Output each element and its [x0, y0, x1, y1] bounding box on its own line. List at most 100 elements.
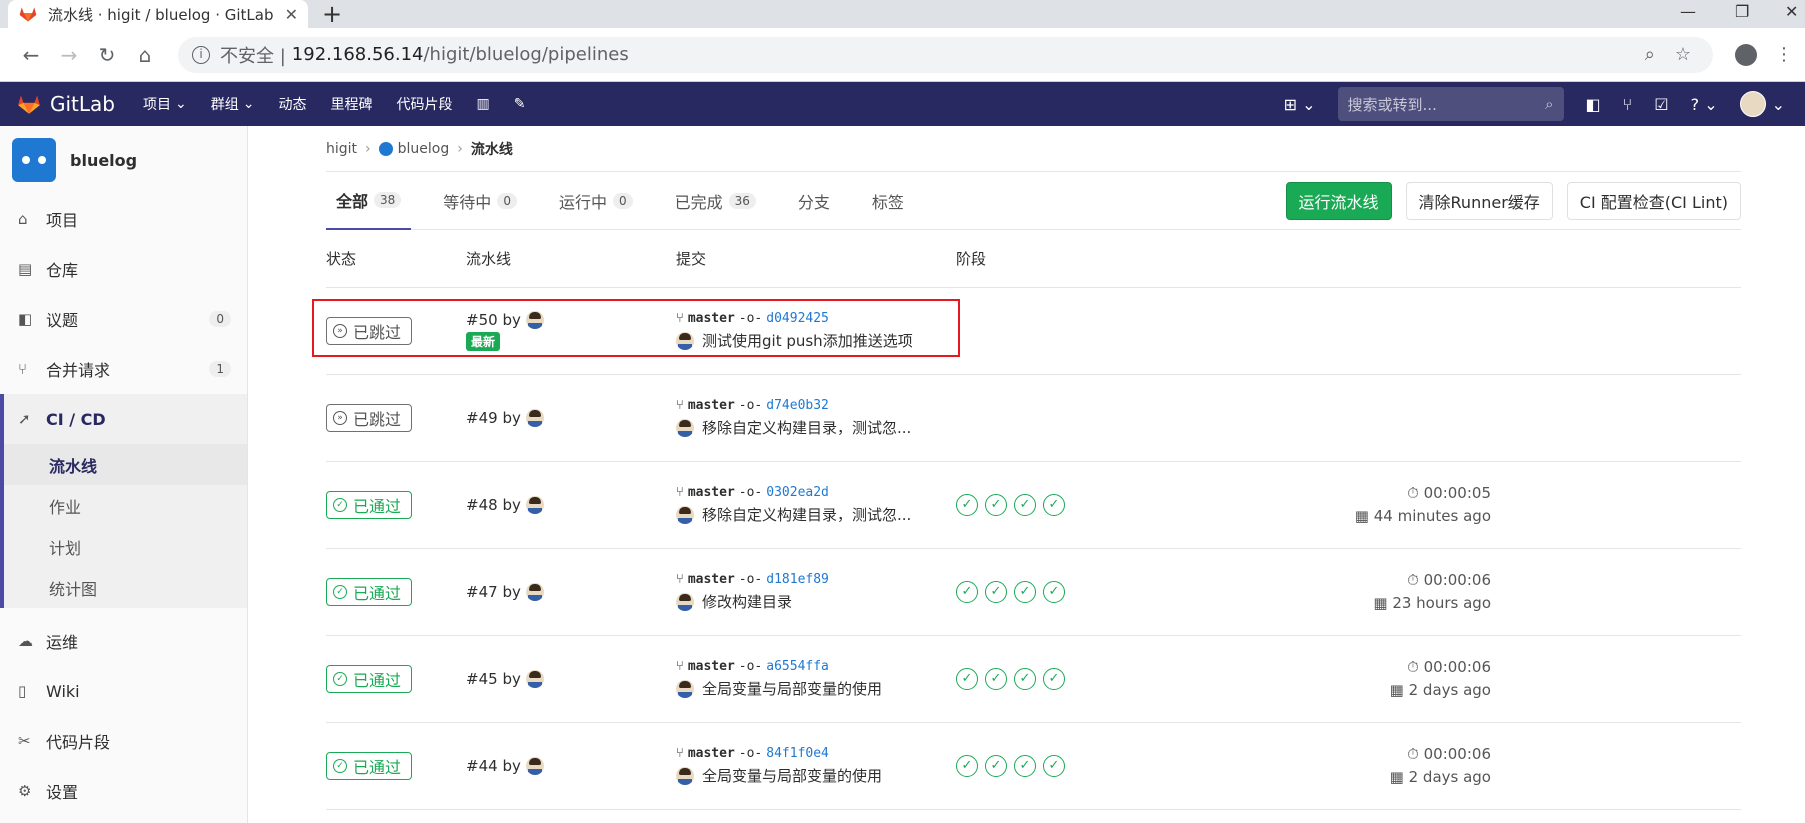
user-menu[interactable]: ⌄ [1739, 91, 1785, 117]
status-badge[interactable]: ✓ 已通过 [326, 491, 413, 519]
sidebar-project-header[interactable]: bluelog [0, 126, 247, 194]
stage-passed-icon[interactable]: ✓ [985, 494, 1007, 516]
tab-tags[interactable]: 标签 [862, 172, 914, 230]
sidebar-item-operations[interactable]: ☁ 运维 [0, 616, 247, 666]
home-icon[interactable]: ⌂ [126, 43, 164, 67]
branch-link[interactable]: master [688, 746, 735, 761]
tab-branches[interactable]: 分支 [788, 172, 840, 230]
stage-passed-icon[interactable]: ✓ [1043, 581, 1065, 603]
status-badge[interactable]: ✓ 已通过 [326, 752, 413, 780]
status-badge[interactable]: » 已跳过 [326, 317, 413, 345]
nav-projects[interactable]: 项目 ⌄ [143, 94, 187, 114]
branch-link[interactable]: master [688, 398, 735, 413]
ci-lint-button[interactable]: CI 配置检查(CI Lint) [1566, 182, 1741, 220]
nav-activity[interactable]: 动态 [278, 94, 306, 114]
help-icon[interactable]: ? ⌄ [1691, 95, 1718, 114]
pipeline-id-link[interactable]: #49 [466, 409, 498, 427]
user-avatar[interactable] [525, 583, 544, 602]
reload-icon[interactable]: ↻ [88, 43, 126, 67]
info-icon[interactable]: i [192, 45, 210, 64]
issues-header-icon[interactable]: ◧ [1586, 95, 1601, 114]
stage-passed-icon[interactable]: ✓ [956, 581, 978, 603]
commit-sha-link[interactable]: d181ef89 [766, 572, 829, 587]
bookmark-star-icon[interactable]: ☆ [1675, 44, 1691, 65]
stage-passed-icon[interactable]: ✓ [1014, 668, 1036, 690]
status-badge[interactable]: ✓ 已通过 [326, 665, 413, 693]
browser-menu-icon[interactable]: ⋮ [1775, 44, 1793, 65]
window-close-button[interactable]: ✕ [1785, 0, 1798, 28]
author-avatar[interactable] [676, 505, 694, 524]
author-avatar[interactable] [676, 331, 694, 350]
commit-sha-link[interactable]: d74e0b32 [766, 398, 829, 413]
chart-icon[interactable]: ▥ [476, 96, 489, 112]
user-avatar[interactable] [525, 757, 544, 776]
commit-sha-link[interactable]: d0492425 [766, 311, 829, 326]
new-tab-button[interactable]: + [322, 0, 342, 28]
nav-groups[interactable]: 群组 ⌄ [211, 94, 255, 114]
sidebar-item-snippets[interactable]: ✂ 代码片段 [0, 716, 247, 766]
user-avatar[interactable] [525, 496, 544, 515]
sidebar-item-issues[interactable]: ◧ 议题 0 [0, 294, 247, 344]
stage-passed-icon[interactable]: ✓ [1043, 668, 1065, 690]
sidebar-item-merge-requests[interactable]: ⑂ 合并请求 1 [0, 344, 247, 394]
browser-tab[interactable]: 流水线 · higit / bluelog · GitLab ✕ [8, 0, 308, 28]
branch-link[interactable]: master [688, 659, 735, 674]
pipeline-id-link[interactable]: #48 [466, 496, 498, 514]
commit-message-link[interactable]: 全局变量与局部变量的使用 [702, 678, 882, 699]
tab-pending[interactable]: 等待中 0 [433, 172, 527, 230]
zoom-icon[interactable]: ⌕ [1645, 44, 1655, 65]
commit-sha-link[interactable]: a6554ffa [766, 659, 829, 674]
stage-passed-icon[interactable]: ✓ [985, 668, 1007, 690]
commit-message-link[interactable]: 测试使用git push添加推送选项 [702, 330, 913, 351]
branch-link[interactable]: master [688, 572, 735, 587]
url-input[interactable]: i 不安全 | 192.168.56.14/higit/bluelog/pipe… [178, 36, 1713, 73]
tab-close-icon[interactable]: ✕ [285, 5, 298, 24]
stage-passed-icon[interactable]: ✓ [1043, 755, 1065, 777]
author-avatar[interactable] [676, 418, 694, 437]
stage-passed-icon[interactable]: ✓ [1043, 494, 1065, 516]
nav-milestones[interactable]: 里程碑 [330, 94, 372, 114]
author-avatar[interactable] [676, 766, 694, 785]
pipeline-id-link[interactable]: #50 [466, 311, 498, 329]
status-badge[interactable]: ✓ 已通过 [326, 578, 413, 606]
gitlab-logo[interactable]: GitLab [16, 91, 115, 117]
stage-passed-icon[interactable]: ✓ [956, 755, 978, 777]
tab-finished[interactable]: 已完成 36 [665, 172, 766, 230]
stage-passed-icon[interactable]: ✓ [1014, 581, 1036, 603]
branch-link[interactable]: master [688, 485, 735, 500]
stage-passed-icon[interactable]: ✓ [1014, 494, 1036, 516]
commit-message-link[interactable]: 修改构建目录 [702, 591, 792, 612]
commit-message-link[interactable]: 全局变量与局部变量的使用 [702, 765, 882, 786]
sidebar-item-settings[interactable]: ⚙ 设置 [0, 766, 247, 816]
breadcrumb-current[interactable]: 流水线 [471, 139, 513, 159]
sidebar-item-cicd[interactable]: ➚ CI / CD [0, 394, 247, 444]
stage-passed-icon[interactable]: ✓ [985, 581, 1007, 603]
window-minimize-button[interactable]: — [1680, 0, 1696, 28]
sidebar-item-project[interactable]: ⌂ 项目 [0, 194, 247, 244]
stage-passed-icon[interactable]: ✓ [985, 755, 1007, 777]
commit-message-link[interactable]: 移除自定义构建目录，测试忽... [702, 504, 911, 525]
user-avatar[interactable] [525, 670, 544, 689]
breadcrumb-group[interactable]: higit [326, 141, 357, 157]
user-avatar[interactable] [525, 311, 544, 330]
new-item-plus-icon[interactable]: ⊞ ⌄ [1284, 95, 1316, 114]
pipeline-id-link[interactable]: #47 [466, 583, 498, 601]
status-badge[interactable]: » 已跳过 [326, 404, 413, 432]
breadcrumb-project[interactable]: bluelog [378, 141, 449, 157]
forward-icon[interactable]: → [50, 43, 88, 67]
sidebar-sub-schedules[interactable]: 计划 [0, 526, 247, 567]
sidebar-sub-jobs[interactable]: 作业 [0, 485, 247, 526]
user-avatar[interactable] [525, 409, 544, 428]
commit-sha-link[interactable]: 0302ea2d [766, 485, 829, 500]
browser-profile-icon[interactable] [1735, 43, 1757, 66]
stage-passed-icon[interactable]: ✓ [1014, 755, 1036, 777]
sidebar-item-repository[interactable]: ▤ 仓库 [0, 244, 247, 294]
sidebar-sub-charts[interactable]: 统计图 [0, 567, 247, 608]
nav-snippets[interactable]: 代码片段 [396, 94, 452, 114]
branch-link[interactable]: master [688, 311, 735, 326]
commit-sha-link[interactable]: 84f1f0e4 [766, 746, 829, 761]
author-avatar[interactable] [676, 592, 694, 611]
merge-requests-header-icon[interactable]: ⑂ [1623, 95, 1633, 114]
pipeline-id-link[interactable]: #45 [466, 670, 498, 688]
window-maximize-button[interactable]: ❐ [1735, 0, 1749, 28]
